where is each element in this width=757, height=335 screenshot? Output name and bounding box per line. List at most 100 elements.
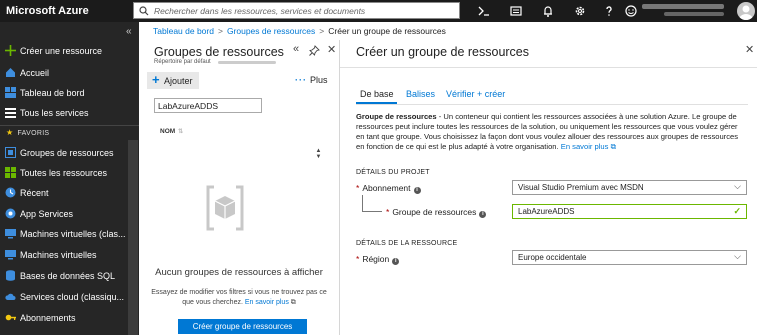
- blade-double-chevron-icon[interactable]: «: [293, 43, 299, 55]
- nav-label: App Services: [20, 209, 74, 219]
- help-icon[interactable]: [602, 4, 616, 18]
- empty-state-description: Essayez de modifier vos filtres si vous …: [151, 288, 327, 308]
- nav-label: Tableau de bord: [20, 88, 85, 98]
- resource-group-label-text: Groupe de ressources: [392, 207, 477, 217]
- nav-vm-classic[interactable]: Machines virtuelles (clas...: [0, 225, 139, 244]
- nav-dashboard[interactable]: Tableau de bord: [0, 84, 139, 103]
- tab-basics[interactable]: De base: [360, 89, 394, 99]
- nav-label: Machines virtuelles: [20, 250, 97, 260]
- settings-gear-icon[interactable]: [573, 4, 587, 18]
- close-icon[interactable]: ✕: [745, 43, 754, 56]
- nav-subscriptions[interactable]: Abonnements: [0, 309, 139, 328]
- list-icon: [5, 108, 16, 118]
- plus-icon: [5, 45, 16, 56]
- nav-label: Machines virtuelles (clas...: [20, 229, 126, 239]
- description-bold: Groupe de ressources: [356, 112, 437, 121]
- nav-create-resource[interactable]: Créer une ressource: [0, 42, 139, 61]
- notifications-icon[interactable]: [541, 4, 555, 18]
- more-button[interactable]: ··· Plus: [295, 75, 328, 85]
- nav-label: Bases de données SQL: [20, 271, 116, 281]
- nav-recent[interactable]: Récent: [0, 184, 139, 203]
- nav-label: Toutes les ressources: [20, 168, 108, 178]
- nav-cloud-services[interactable]: Services cloud (classiqu...: [0, 288, 139, 307]
- info-icon[interactable]: i: [392, 258, 400, 265]
- plus-icon: +: [152, 72, 160, 87]
- pin-icon[interactable]: [309, 45, 320, 58]
- avatar[interactable]: [737, 2, 755, 20]
- empty-state-title: Aucun groupes de ressources à afficher: [155, 267, 323, 278]
- collapse-sidebar-button[interactable]: «: [126, 26, 132, 37]
- empty-resource-group-icon: [206, 185, 244, 231]
- project-details-heading: DÉTAILS DU PROJET: [356, 169, 430, 176]
- nav-sql-databases[interactable]: Bases de données SQL: [0, 267, 139, 286]
- ellipsis-icon: ···: [295, 75, 307, 85]
- nav-resource-groups[interactable]: Groupes de ressources: [0, 144, 139, 163]
- breadcrumb-separator: >: [319, 26, 325, 36]
- sidebar-divider: [0, 125, 139, 126]
- nav-label: Services cloud (classiqu...: [20, 292, 125, 302]
- clock-icon: [5, 187, 16, 198]
- user-account-name[interactable]: [642, 4, 724, 9]
- filter-input[interactable]: LabAzureADDS: [154, 98, 262, 113]
- learn-more-link[interactable]: En savoir plus: [561, 142, 609, 151]
- subscription-select[interactable]: Visual Studio Premium avec MSDN ⌵: [512, 180, 747, 195]
- user-directory-name: [664, 12, 724, 16]
- key-icon: [5, 314, 16, 321]
- nav-all-resources[interactable]: Toutes les ressources: [0, 164, 139, 183]
- resource-groups-icon: [5, 147, 16, 158]
- required-asterisk: *: [356, 254, 360, 264]
- checkmark-icon: ✓: [733, 206, 741, 216]
- user-avatar-icon: [739, 5, 753, 20]
- description-paragraph: Groupe de ressources - Un conteneur qui …: [356, 112, 748, 152]
- info-icon[interactable]: i: [479, 211, 487, 218]
- top-bar: Microsoft Azure Rechercher dans les ress…: [0, 0, 757, 22]
- chevron-down-icon: ⌵: [734, 251, 741, 261]
- breadcrumb-resource-groups[interactable]: Groupes de ressources: [227, 26, 315, 36]
- required-asterisk: *: [386, 207, 390, 217]
- nav-label: Groupes de ressources: [20, 148, 114, 158]
- directory-filter-icon[interactable]: [509, 4, 523, 18]
- nav-all-services[interactable]: Tous les services: [0, 104, 139, 123]
- app-services-icon: [5, 208, 16, 219]
- favorites-header: ★ FAVORIS: [6, 128, 49, 137]
- vm-icon: [5, 250, 16, 260]
- nav-vm[interactable]: Machines virtuelles: [0, 246, 139, 265]
- tabs-divider: [356, 104, 748, 105]
- nav-app-services[interactable]: App Services: [0, 205, 139, 224]
- add-button[interactable]: + Ajouter: [147, 72, 199, 89]
- region-label: * Région i: [356, 254, 400, 265]
- sort-icon: ⇅: [178, 129, 184, 135]
- breadcrumb-dashboard[interactable]: Tableau de bord: [153, 26, 214, 36]
- nav-home[interactable]: Accueil: [0, 64, 139, 83]
- learn-more-link[interactable]: En savoir plus: [245, 299, 289, 306]
- external-link-icon: ⧉: [610, 142, 616, 151]
- chevron-down-icon: ⌵: [734, 181, 741, 191]
- resource-details-heading: DÉTAILS DE LA RESSOURCE: [356, 240, 458, 247]
- nav-label: Récent: [20, 188, 49, 198]
- cloud-shell-icon[interactable]: [477, 4, 491, 18]
- nav-label: Accueil: [20, 68, 50, 78]
- resource-group-name-input[interactable]: LabAzureADDS ✓: [512, 204, 747, 219]
- favorites-label: FAVORIS: [17, 130, 50, 137]
- subscription-value: Visual Studio Premium avec MSDN: [518, 183, 644, 192]
- search-icon: [139, 6, 149, 16]
- info-icon[interactable]: i: [413, 187, 421, 194]
- tab-review-create[interactable]: Vérifier + créer: [446, 89, 505, 99]
- all-resources-icon: [5, 167, 16, 178]
- column-header-name[interactable]: NOM ⇅: [160, 128, 183, 135]
- blade-title: Créer un groupe de ressources: [356, 45, 530, 59]
- brand-title[interactable]: Microsoft Azure: [6, 5, 89, 17]
- close-icon[interactable]: ✕: [327, 43, 336, 56]
- blade-toolbar: + Ajouter ··· Plus: [139, 70, 339, 90]
- add-button-label: Ajouter: [164, 76, 193, 86]
- nav-label: Créer une ressource: [20, 46, 103, 56]
- feedback-smiley-icon[interactable]: [624, 4, 638, 18]
- left-nav: « Créer une ressource Accueil Tableau de…: [0, 22, 139, 335]
- nav-label: Tous les services: [20, 108, 89, 118]
- directory-name-redacted: [218, 61, 276, 64]
- create-resource-group-button[interactable]: Créer groupe de ressources: [178, 319, 307, 334]
- global-search[interactable]: Rechercher dans les ressources, services…: [133, 2, 460, 19]
- list-scrollbar[interactable]: ▲ ▼: [314, 148, 323, 160]
- region-select[interactable]: Europe occidentale ⌵: [512, 250, 747, 265]
- tab-tags[interactable]: Balises: [406, 89, 435, 99]
